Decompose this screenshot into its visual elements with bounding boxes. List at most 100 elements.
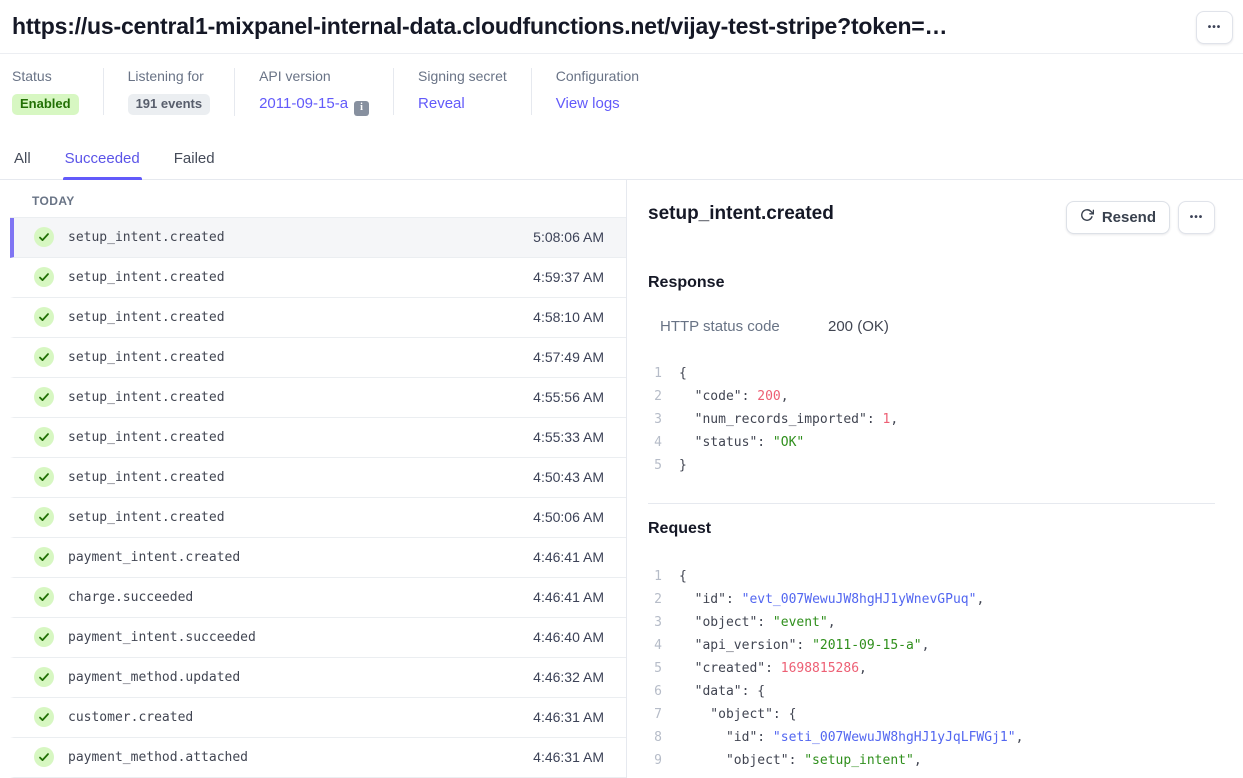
- event-type: setup_intent.created: [68, 270, 533, 285]
- event-time: 5:08:06 AM: [533, 229, 604, 245]
- event-time: 4:50:06 AM: [533, 509, 604, 525]
- page-header: https://us-central1-mixpanel-internal-da…: [0, 0, 1243, 54]
- meta-label: Configuration: [556, 68, 639, 84]
- line-number: 6: [648, 680, 662, 703]
- event-row[interactable]: setup_intent.created4:59:37 AM: [10, 258, 626, 298]
- success-check-icon: [34, 227, 54, 247]
- success-check-icon: [34, 667, 54, 687]
- event-type: payment_intent.succeeded: [68, 630, 533, 645]
- success-check-icon: [34, 387, 54, 407]
- event-list-pane: TODAY setup_intent.created5:08:06 AMsetu…: [0, 180, 627, 778]
- meta-column: Signing secretReveal: [393, 68, 531, 115]
- meta-value: Enabled: [12, 93, 79, 115]
- status-badge: Enabled: [12, 94, 79, 115]
- meta-column: Listening for 191 events: [103, 68, 235, 115]
- code-line: 9 "object": "setup_intent",: [648, 749, 1215, 772]
- success-check-icon: [34, 707, 54, 727]
- code-line: 3 "num_records_imported": 1,: [648, 408, 1215, 431]
- code-text: {: [679, 565, 687, 588]
- detail-actions: Resend •••: [1066, 201, 1215, 234]
- event-row[interactable]: setup_intent.created4:55:33 AM: [10, 418, 626, 458]
- code-line: 7 "object": {: [648, 703, 1215, 726]
- line-number: 1: [648, 565, 662, 588]
- event-time: 4:46:31 AM: [533, 709, 604, 725]
- success-check-icon: [34, 507, 54, 527]
- event-time: 4:46:41 AM: [533, 549, 604, 565]
- event-row[interactable]: payment_method.updated4:46:32 AM: [10, 658, 626, 698]
- ellipsis-icon: •••: [1208, 22, 1222, 33]
- line-number: 1: [648, 362, 662, 385]
- event-row[interactable]: charge.succeeded4:46:41 AM: [10, 578, 626, 618]
- events-count-badge: 191 events: [128, 94, 211, 115]
- code-text: "object": "setup_intent",: [679, 749, 922, 772]
- success-check-icon: [34, 547, 54, 567]
- tab-failed[interactable]: Failed: [172, 142, 217, 179]
- code-line: 2 "id": "evt_007WewuJW8hgHJ1yWnevGPuq",: [648, 588, 1215, 611]
- webhook-endpoint-page: https://us-central1-mixpanel-internal-da…: [0, 0, 1243, 778]
- event-time: 4:46:31 AM: [533, 749, 604, 765]
- event-time: 4:46:41 AM: [533, 589, 604, 605]
- event-time: 4:58:10 AM: [533, 309, 604, 325]
- resend-button[interactable]: Resend: [1066, 201, 1170, 234]
- success-check-icon: [34, 347, 54, 367]
- event-row[interactable]: setup_intent.created4:55:56 AM: [10, 378, 626, 418]
- event-type: setup_intent.created: [68, 390, 533, 405]
- success-check-icon: [34, 627, 54, 647]
- event-row[interactable]: payment_method.attached4:46:31 AM: [10, 738, 626, 778]
- view-logs-link[interactable]: View logs: [556, 95, 620, 112]
- event-row[interactable]: setup_intent.created4:58:10 AM: [10, 298, 626, 338]
- endpoint-meta-row: StatusEnabledListening for191 eventsAPI …: [0, 54, 1243, 134]
- date-group-label: TODAY: [10, 180, 626, 218]
- code-text: "code": 200,: [679, 385, 789, 408]
- event-time: 4:57:49 AM: [533, 349, 604, 365]
- event-list: setup_intent.created5:08:06 AMsetup_inte…: [10, 218, 626, 778]
- detail-overflow-button[interactable]: •••: [1178, 201, 1215, 234]
- event-type: payment_intent.created: [68, 550, 533, 565]
- event-time: 4:55:56 AM: [533, 389, 604, 405]
- event-row[interactable]: payment_intent.created4:46:41 AM: [10, 538, 626, 578]
- event-type: charge.succeeded: [68, 590, 533, 605]
- header-overflow-button[interactable]: •••: [1196, 11, 1233, 44]
- event-type: customer.created: [68, 710, 533, 725]
- line-number: 4: [648, 634, 662, 657]
- code-text: "object": "event",: [679, 611, 836, 634]
- meta-value: View logs: [556, 93, 639, 115]
- event-row[interactable]: customer.created4:46:31 AM: [10, 698, 626, 738]
- code-line: 1{: [648, 565, 1215, 588]
- code-text: "status": "OK": [679, 431, 804, 454]
- event-type: setup_intent.created: [68, 510, 533, 525]
- api-version-link[interactable]: 2011-09-15-a: [259, 95, 348, 112]
- line-number: 7: [648, 703, 662, 726]
- line-number: 2: [648, 385, 662, 408]
- event-type: payment_method.updated: [68, 670, 533, 685]
- event-row[interactable]: payment_intent.succeeded4:46:40 AM: [10, 618, 626, 658]
- code-text: "created": 1698815286,: [679, 657, 867, 680]
- code-line: 6 "data": {: [648, 680, 1215, 703]
- meta-column: API version2011-09-15-ai: [234, 68, 393, 116]
- event-detail-pane: setup_intent.created Resend ••• Response…: [627, 180, 1243, 778]
- event-row[interactable]: setup_intent.created4:50:06 AM: [10, 498, 626, 538]
- code-line: 5 "created": 1698815286,: [648, 657, 1215, 680]
- event-time: 4:55:33 AM: [533, 429, 604, 445]
- line-number: 8: [648, 726, 662, 749]
- http-status-row: HTTP status code 200 (OK): [648, 318, 1215, 335]
- request-code-block: 1{2 "id": "evt_007WewuJW8hgHJ1yWnevGPuq"…: [648, 565, 1215, 772]
- meta-column: Configuration View logs: [531, 68, 663, 115]
- tab-all[interactable]: All: [12, 142, 33, 179]
- code-text: }: [679, 454, 687, 477]
- line-number: 2: [648, 588, 662, 611]
- info-icon: i: [354, 101, 369, 116]
- success-check-icon: [34, 467, 54, 487]
- event-row[interactable]: setup_intent.created5:08:06 AM: [10, 218, 626, 258]
- event-row[interactable]: setup_intent.created4:57:49 AM: [10, 338, 626, 378]
- event-row[interactable]: setup_intent.created4:50:43 AM: [10, 458, 626, 498]
- code-text: "id": "seti_007WewuJW8hgHJ1yJqLFWGj1",: [679, 726, 1023, 749]
- success-check-icon: [34, 267, 54, 287]
- code-text: "api_version": "2011-09-15-a",: [679, 634, 929, 657]
- code-text: {: [679, 362, 687, 385]
- tab-succeeded[interactable]: Succeeded: [63, 142, 142, 179]
- event-type: setup_intent.created: [68, 310, 533, 325]
- reveal-secret-link[interactable]: Reveal: [418, 95, 465, 112]
- meta-label: Listening for: [128, 68, 211, 84]
- code-text: "num_records_imported": 1,: [679, 408, 898, 431]
